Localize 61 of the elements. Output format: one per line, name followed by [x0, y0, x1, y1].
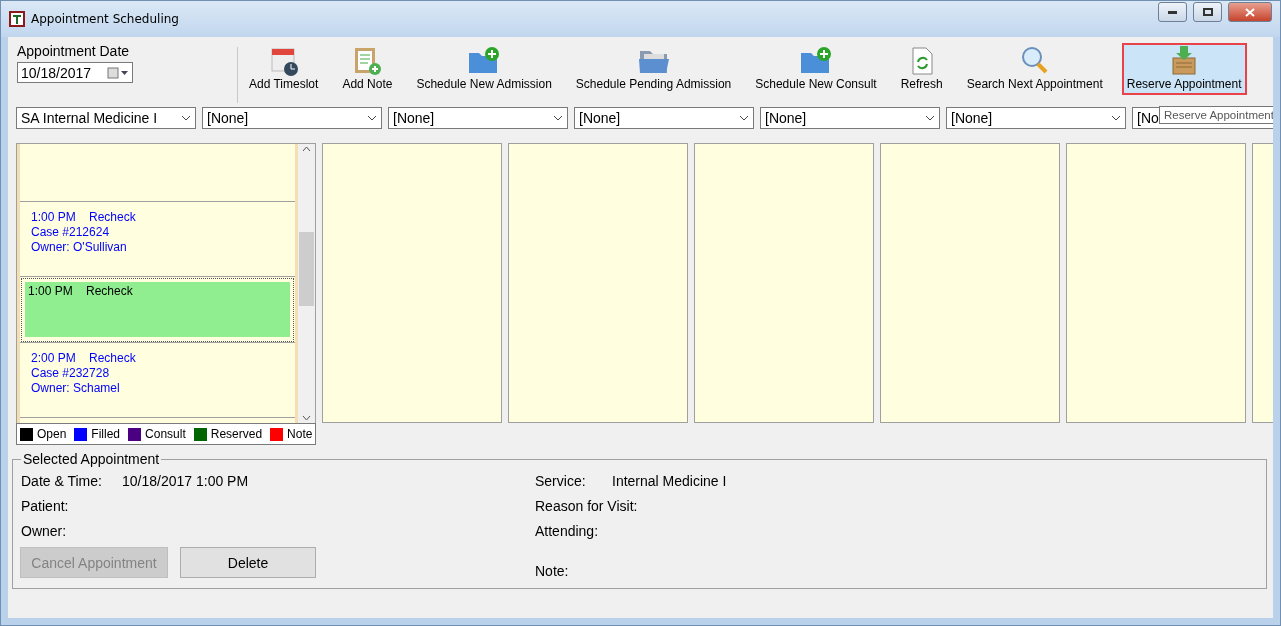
action-button[interactable]: Delete — [180, 547, 316, 578]
field-value: Internal Medicine I — [612, 473, 727, 491]
scroll-up-icon[interactable] — [302, 146, 312, 152]
scroll-down-icon[interactable] — [302, 415, 312, 421]
dropdown-caret-icon — [739, 115, 749, 121]
service-dropdown[interactable]: [None] — [574, 107, 754, 129]
group-title: Selected Appointment — [22, 451, 161, 467]
toolbar-button[interactable]: Schedule New Admission — [411, 43, 557, 95]
legend-label: Consult — [145, 427, 186, 441]
toolbar-button[interactable]: Add Note — [337, 43, 398, 95]
service-dropdown[interactable]: SA Internal Medicine I — [16, 107, 196, 129]
window-title: Appointment Scheduling — [31, 12, 180, 26]
legend-label: Reserved — [210, 427, 263, 441]
field-label: Date & Time: — [21, 473, 103, 491]
field-label: Reason for Visit: — [535, 498, 639, 516]
scroll-thumb[interactable] — [299, 232, 315, 306]
minimize-button[interactable] — [1158, 2, 1187, 22]
close-button[interactable] — [1228, 2, 1272, 22]
toolbar-button[interactable]: Reserve Appointment — [1121, 43, 1247, 95]
field-label: Note: — [535, 563, 570, 581]
field-label: Patient: — [21, 498, 70, 516]
service-dropdown[interactable]: [None] — [388, 107, 568, 129]
calendar-dropdown-icon — [107, 66, 129, 79]
dropdown-caret-icon — [925, 115, 935, 121]
slot-detail: Owner: O'Sullivan — [31, 240, 128, 255]
service-dropdown[interactable]: [None] — [946, 107, 1126, 129]
toolbar-button[interactable]: Search Next Appointment — [961, 43, 1108, 95]
maximize-button[interactable] — [1193, 2, 1222, 22]
toolbar-button[interactable]: Schedule Pending Admission — [570, 43, 737, 95]
maximize-icon — [1202, 8, 1213, 16]
dropdown-caret-icon — [181, 115, 191, 121]
appointment-slot[interactable]: 1:00 PM Recheck Case #212624 Owner: O'Sullivan — [20, 202, 296, 277]
legend-label: Note — [287, 427, 313, 441]
toolbar-button[interactable]: Add Timeslot — [244, 43, 324, 95]
app-logo-icon — [9, 11, 25, 27]
appointment-slot[interactable]: 2:00 PM Recheck Case #232728 Owner: Schamel — [20, 343, 296, 418]
minimize-icon — [1168, 10, 1177, 14]
slot-time-reason: 1:00 PM Recheck — [28, 284, 134, 299]
tooltip: Reserve Appointment — [1159, 106, 1273, 124]
legend-label: Filled — [91, 427, 121, 441]
dropdown-caret-icon — [553, 115, 563, 121]
field-label: Service: — [535, 473, 587, 491]
slot-detail: Case #212624 — [31, 225, 111, 240]
slot-time-reason: 2:00 PM Recheck — [31, 351, 137, 366]
field-label: Owner: — [21, 523, 68, 541]
field-label: Attending: — [535, 523, 600, 541]
toolbar-button[interactable]: Refresh — [895, 43, 948, 95]
close-icon — [1245, 7, 1255, 17]
slot-detail: Case #232728 — [31, 366, 111, 381]
dropdown-caret-icon — [367, 115, 377, 121]
slot-time-reason: 1:00 PM Recheck — [31, 210, 137, 225]
service-dropdown[interactable]: [None] — [202, 107, 382, 129]
scrollbar[interactable] — [298, 144, 316, 423]
date-picker[interactable]: 10/18/2017 — [17, 62, 133, 83]
slot-detail: Owner: Schamel — [31, 381, 121, 396]
dropdown-caret-icon — [1111, 115, 1121, 121]
field-value: 10/18/2017 1:00 PM — [122, 473, 249, 491]
toolbar-button[interactable]: Schedule New Consult — [750, 43, 882, 95]
date-label: Appointment Date — [17, 43, 131, 59]
service-dropdown[interactable]: [None] — [760, 107, 940, 129]
legend-label: Open — [37, 427, 67, 441]
